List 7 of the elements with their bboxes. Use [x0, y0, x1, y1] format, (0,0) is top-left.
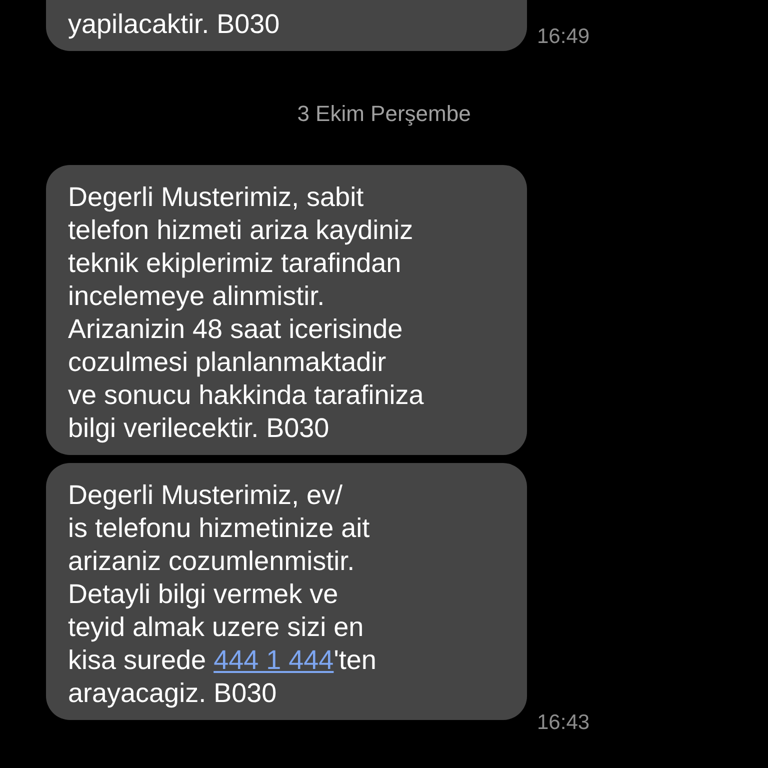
- message-text: Degerli Musterimiz, ev/ is telefonu hizmetinize ait arizaniz cozumlenmistir. Detayli bilgi vermek ve teyid almak uzere sizi en kisa surede 444 1 444'ten arayacagiz. B030: [68, 479, 378, 710]
- message-text: Degerli Musterimiz, sabit telefon hizmeti ariza kaydiniz teknik ekiplerimiz tarafindan incelemeye alinmistir. Arizanizin 48 saat icerisinde cozulmesi planlanmaktadir ve sonucu hakkinda tarafiniza bilgi verilecektir. B030: [68, 181, 425, 445]
- message-text: yapilacaktir. B030: [68, 8, 281, 41]
- message-time: 16:49: [537, 25, 590, 49]
- phone-link[interactable]: 444 1 444: [214, 645, 334, 675]
- message-time: 16:43: [537, 711, 590, 735]
- date-separator: 3 Ekim Perşembe: [297, 101, 471, 127]
